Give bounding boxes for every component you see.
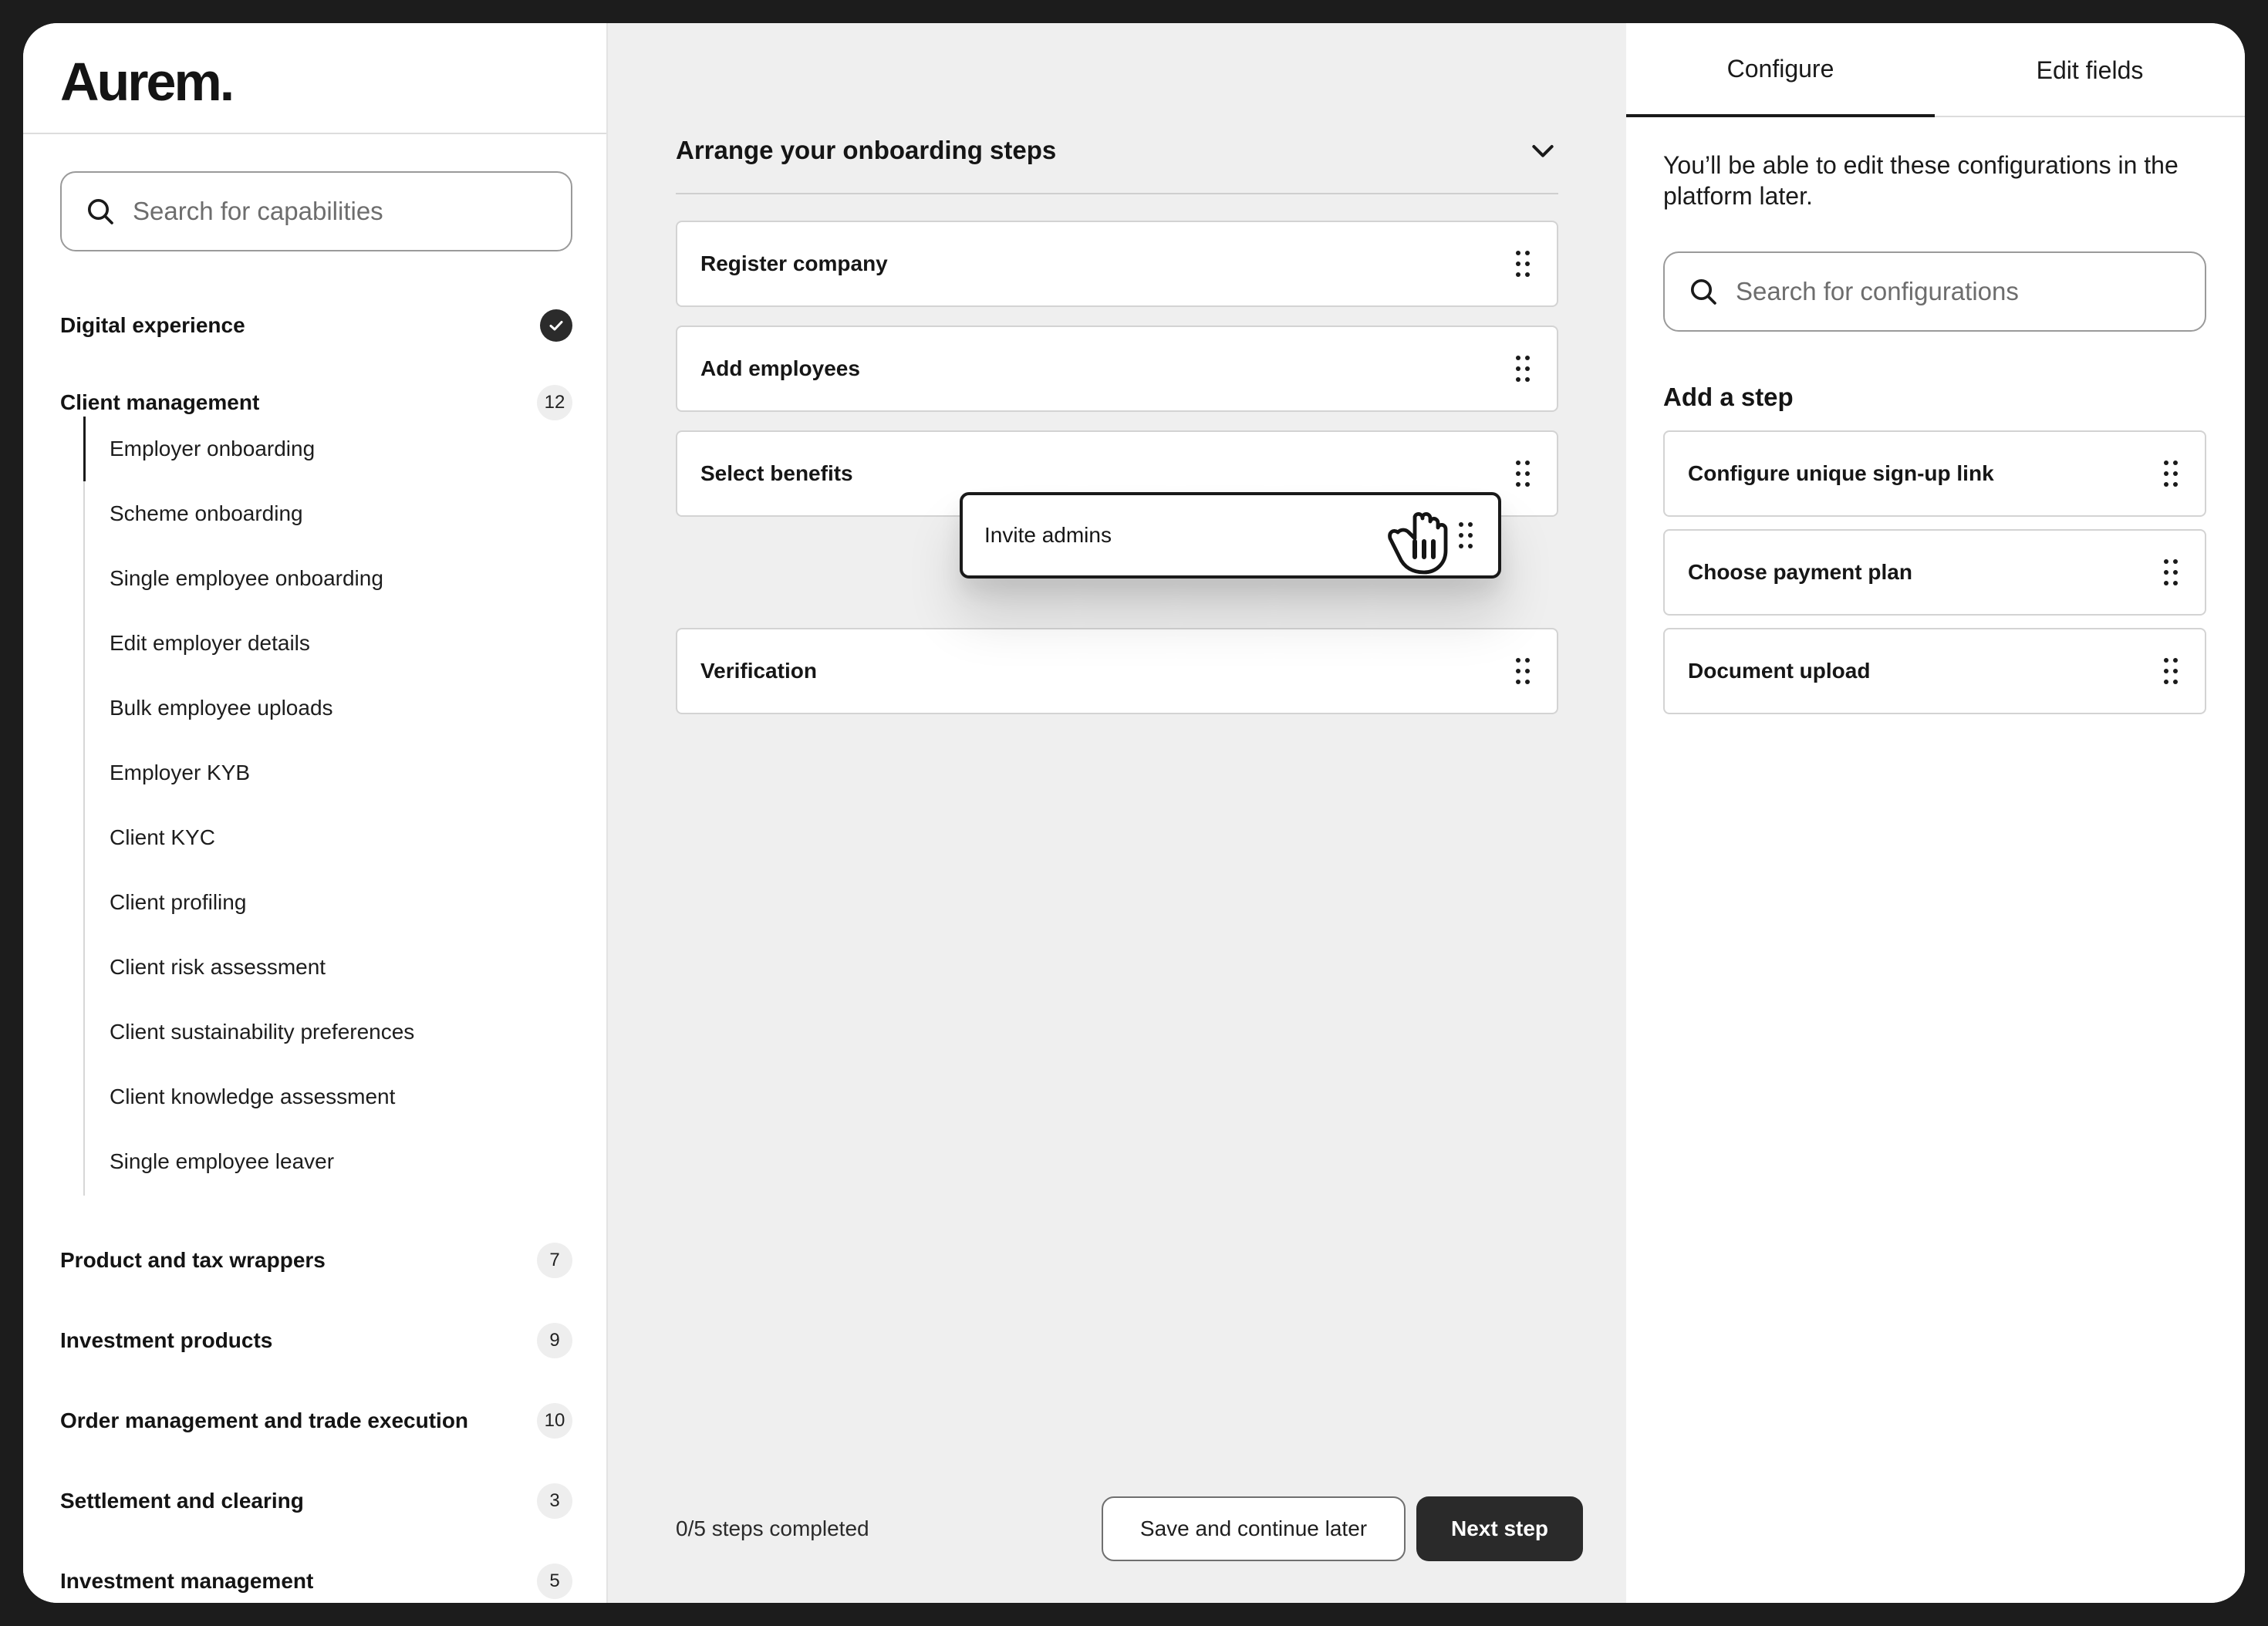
steps-progress: 0/5 steps completed: [676, 1516, 869, 1540]
add-step-heading: Add a step: [1663, 383, 1794, 411]
configuration-panel: Configure Edit fields You’ll be able to …: [1626, 23, 2245, 1603]
count-badge: 10: [537, 1403, 572, 1439]
step-label: Select benefits: [700, 461, 853, 485]
subnav-item-bulk-employee-uploads[interactable]: Bulk employee uploads: [110, 685, 333, 731]
subnav-item-client-profiling[interactable]: Client profiling: [110, 879, 246, 926]
logo-bar: Aurem.: [23, 23, 606, 134]
category-digital-experience[interactable]: Digital experience: [60, 302, 572, 349]
drag-handle-icon[interactable]: [1512, 248, 1534, 279]
drag-handle-icon[interactable]: [1512, 458, 1534, 489]
available-step-configure-sign-up-link[interactable]: Configure unique sign-up link: [1663, 430, 2206, 517]
search-icon: [88, 199, 113, 224]
tab-configure[interactable]: Configure: [1626, 23, 1935, 117]
available-step-document-upload[interactable]: Document upload: [1663, 628, 2206, 714]
subnav-item-single-employee-leaver[interactable]: Single employee leaver: [110, 1139, 334, 1185]
category-investment-products[interactable]: Investment products 9: [60, 1317, 572, 1364]
step-label: Verification: [700, 659, 817, 683]
count-badge: 7: [537, 1243, 572, 1278]
subnav-item-client-sustainability-preferences[interactable]: Client sustainability preferences: [110, 1009, 414, 1055]
category-label: Investment products: [60, 1328, 273, 1352]
available-step-choose-payment-plan[interactable]: Choose payment plan: [1663, 529, 2206, 616]
category-label: Order management and trade execution: [60, 1408, 469, 1432]
check-icon: [549, 321, 563, 331]
drag-handle-icon[interactable]: [1512, 656, 1534, 686]
drag-handle-icon[interactable]: [1512, 353, 1534, 384]
category-label: Settlement and clearing: [60, 1489, 304, 1513]
panel-description: You’ll be able to edit these configurati…: [1663, 151, 2179, 210]
completed-badge: [540, 309, 572, 342]
category-label: Product and tax wrappers: [60, 1248, 326, 1272]
subnav-item-client-kyc[interactable]: Client KYC: [110, 815, 215, 861]
category-label: Client management: [60, 390, 260, 414]
tab-edit-fields[interactable]: Edit fields: [1935, 23, 2245, 117]
capabilities-search[interactable]: [60, 171, 572, 251]
subnav-item-employer-onboarding[interactable]: Employer onboarding: [110, 426, 315, 472]
drag-handle-icon[interactable]: [2160, 458, 2182, 489]
subnav-item-employer-kyb[interactable]: Employer KYB: [110, 750, 250, 796]
subnav-item-client-risk-assessment[interactable]: Client risk assessment: [110, 944, 326, 990]
next-step-button[interactable]: Next step: [1416, 1496, 1583, 1561]
step-label: Invite admins: [984, 523, 1112, 547]
client-management-subnav: Employer onboarding Scheme onboarding Si…: [83, 417, 577, 1196]
category-order-management[interactable]: Order management and trade execution 10: [60, 1398, 572, 1444]
drag-handle-icon[interactable]: [2160, 557, 2182, 588]
drag-handle-icon[interactable]: [2160, 656, 2182, 686]
capabilities-search-input[interactable]: [133, 197, 571, 226]
step-label: Choose payment plan: [1688, 560, 1912, 584]
subnav-item-client-knowledge-assessment[interactable]: Client knowledge assessment: [110, 1074, 395, 1120]
subnav-item-single-employee-onboarding[interactable]: Single employee onboarding: [110, 555, 383, 602]
category-settlement-and-clearing[interactable]: Settlement and clearing 3: [60, 1478, 572, 1524]
save-and-continue-later-button[interactable]: Save and continue later: [1102, 1496, 1406, 1561]
panel-tabs: Configure Edit fields: [1626, 23, 2245, 117]
sidebar: Aurem. Digital experience Client managem…: [23, 23, 608, 1603]
count-badge: 3: [537, 1483, 572, 1519]
grab-hand-cursor-icon: [1388, 512, 1448, 575]
configurations-search-input[interactable]: [1736, 277, 2205, 306]
steps-section-header[interactable]: Arrange your onboarding steps: [676, 108, 1558, 194]
category-product-and-tax-wrappers[interactable]: Product and tax wrappers 7: [60, 1237, 572, 1284]
drag-handle-icon[interactable]: [1455, 520, 1477, 551]
active-indicator: [83, 417, 86, 481]
step-card-verification[interactable]: Verification: [676, 628, 1558, 714]
step-label: Document upload: [1688, 659, 1871, 683]
category-label: Digital experience: [60, 313, 245, 337]
logo: Aurem.: [60, 52, 235, 112]
chevron-down-icon[interactable]: [1527, 135, 1558, 166]
subnav-item-edit-employer-details[interactable]: Edit employer details: [110, 620, 310, 666]
app-window: Aurem. Digital experience Client managem…: [23, 23, 2245, 1603]
search-icon: [1691, 279, 1716, 305]
step-card-add-employees[interactable]: Add employees: [676, 326, 1558, 412]
step-card-register-company[interactable]: Register company: [676, 221, 1558, 307]
step-label: Register company: [700, 251, 888, 275]
onboarding-steps-area: Arrange your onboarding steps Register c…: [608, 23, 1626, 1603]
category-label: Investment management: [60, 1569, 314, 1593]
count-badge: 5: [537, 1564, 572, 1599]
section-title: Arrange your onboarding steps: [676, 136, 1057, 164]
subnav-item-scheme-onboarding[interactable]: Scheme onboarding: [110, 491, 303, 537]
configurations-search[interactable]: [1663, 251, 2206, 332]
category-investment-management[interactable]: Investment management 5: [60, 1558, 572, 1603]
count-badge: 12: [537, 385, 572, 420]
count-badge: 9: [537, 1323, 572, 1358]
step-label: Add employees: [700, 356, 860, 380]
step-label: Configure unique sign-up link: [1688, 461, 1994, 485]
